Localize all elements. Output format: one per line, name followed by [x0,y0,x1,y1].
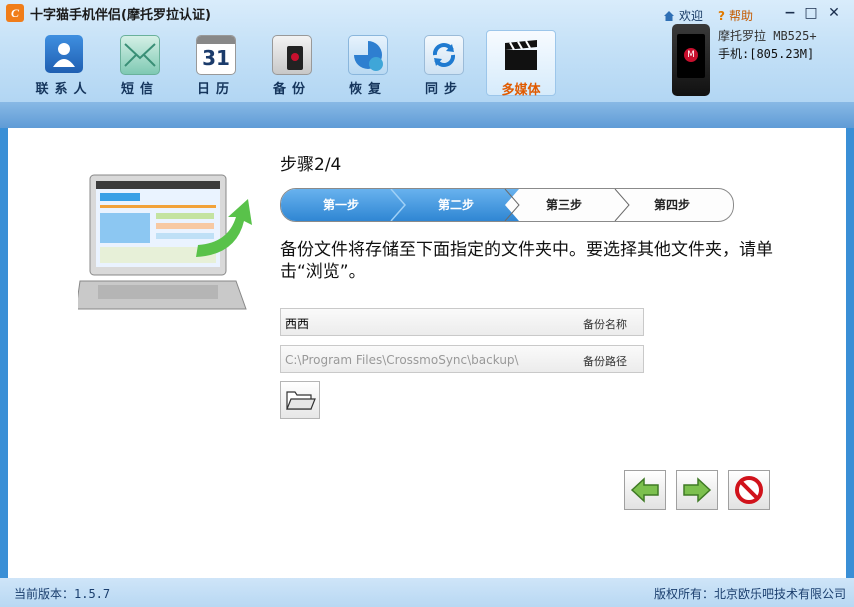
help-label: 帮助 [728,9,753,23]
nav-restore[interactable]: 恢复 [330,30,406,97]
backup-name-input[interactable] [283,312,567,334]
arrow-right-icon [683,477,712,503]
nav-label: 日历 [196,82,235,97]
nav-contacts[interactable]: 联系人 [26,30,102,97]
home-icon [664,10,674,21]
maximize-button[interactable]: □ [803,5,819,21]
motorola-logo-icon: M [684,48,698,62]
app-title: 十字猫手机伴侣(摩托罗拉认证) [30,8,211,23]
backup-path-input[interactable] [283,349,567,371]
nav-sync[interactable]: 同步 [406,30,482,97]
app-window: C 十字猫手机伴侣(摩托罗拉认证) 欢迎 ? 帮助 − □ ✕ 联系人 短信 3… [0,0,854,607]
device-name: 摩托罗拉 MB525+ [718,29,817,43]
cancel-stop-icon [735,476,763,504]
restore-icon [348,35,388,75]
app-logo-icon: C [6,4,24,22]
status-bar: 当前版本：1.5.7 版权所有：北京欧乐吧技术有限公司 [0,578,854,607]
laptop-illustration-icon [78,174,252,310]
sub-toolbar [0,102,854,128]
backup-path-field: 备份路径 [280,345,644,373]
backup-name-field: 备份名称 [280,308,644,336]
help-link[interactable]: ? 帮助 [718,7,753,24]
multimedia-clapper-icon [502,36,540,74]
contacts-icon [45,35,83,73]
help-question-icon: ? [718,8,725,23]
nav-label: 恢复 [348,82,387,97]
step-2: 第二步 [437,198,474,212]
step-4: 第四步 [653,198,690,212]
calendar-icon: 31 [196,35,236,75]
back-button[interactable] [624,470,666,510]
browse-button[interactable] [280,381,320,419]
calendar-day: 31 [202,46,230,70]
backup-name-label: 备份名称 [583,318,627,331]
cancel-button[interactable] [728,470,770,510]
minimize-button[interactable]: − [782,5,798,21]
nav-calendar[interactable]: 31 日历 [178,30,254,97]
folder-open-icon [286,391,316,410]
step-3: 第三步 [545,198,582,212]
device-memory: 手机:[805.23M] [718,47,815,61]
welcome-link[interactable]: 欢迎 [663,7,703,24]
nav-backup[interactable]: 备份 [254,30,330,97]
arrow-left-icon [630,477,659,503]
main-nav: 联系人 短信 31 日历 备份 恢复 同步 多媒体 [26,30,556,98]
nav-label: 短信 [120,82,159,97]
version-text: 当前版本：1.5.7 [14,587,111,601]
header: C 十字猫手机伴侣(摩托罗拉认证) 欢迎 ? 帮助 − □ ✕ 联系人 短信 3… [0,0,854,102]
welcome-label: 欢迎 [679,9,704,23]
nav-label: 同步 [424,82,463,97]
step-title: 步骤2/4 [280,155,342,175]
sync-icon [424,35,464,75]
wizard-description: 备份文件将存储至下面指定的文件夹中。要选择其他文件夹，请单击“浏览”。 [280,240,773,282]
sms-envelope-icon [120,35,160,75]
step-progress-bar: 第一步 第二步 第三步 第四步 [280,188,734,222]
next-button[interactable] [676,470,718,510]
backup-icon [272,35,312,75]
device-phone-image: M [672,24,710,96]
nav-label: 备份 [272,82,311,97]
nav-label: 多媒体 [501,83,541,98]
nav-multimedia[interactable]: 多媒体 [486,30,556,98]
backup-path-label: 备份路径 [583,355,627,368]
nav-sms[interactable]: 短信 [102,30,178,97]
wizard-panel: 步骤2/4 第一步 第二步 第三步 第四步 备份文件将存储至下面指定的文件夹中。… [8,128,846,578]
nav-label: 联系人 [35,82,93,97]
step-1: 第一步 [322,198,359,212]
close-button[interactable]: ✕ [826,5,842,21]
copyright-text: 版权所有：北京欧乐吧技术有限公司 [653,587,846,601]
